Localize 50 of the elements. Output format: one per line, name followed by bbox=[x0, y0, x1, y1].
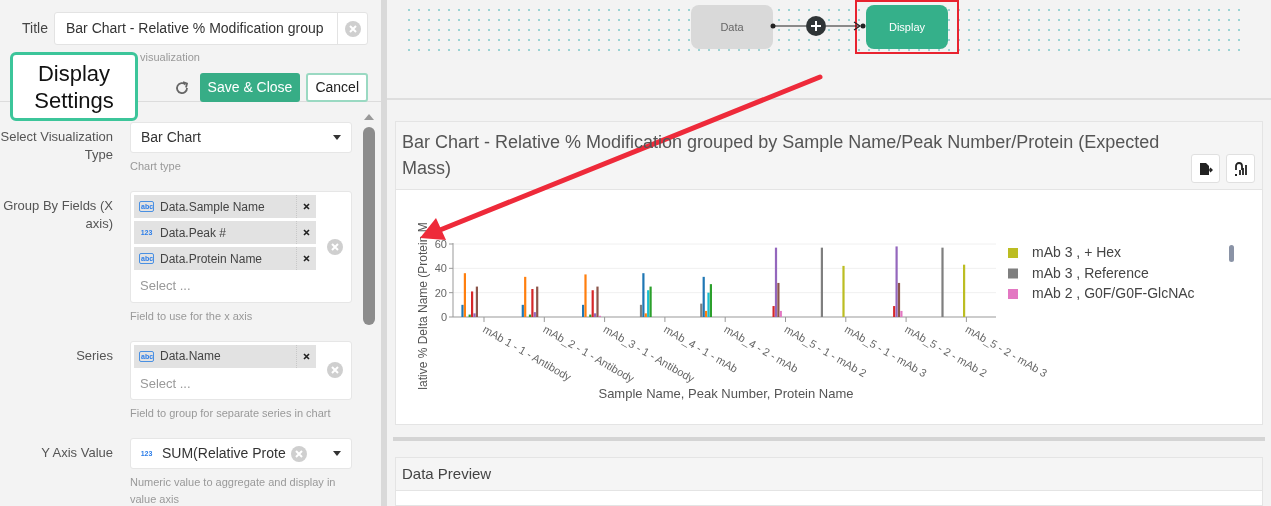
helper-text: Field to use for the x axis bbox=[130, 308, 254, 324]
visualization-type-select[interactable]: Bar Chart bbox=[130, 122, 352, 153]
legend-scrollbar[interactable] bbox=[1229, 245, 1234, 262]
data-node[interactable]: Data bbox=[691, 5, 773, 49]
bar bbox=[820, 247, 823, 317]
section-title: Data Preview bbox=[402, 463, 492, 484]
axis-title: Sample Name, Peak Number, Protein Name bbox=[598, 386, 854, 401]
helper-text: visualization bbox=[140, 50, 200, 65]
legend-label: mAb 3 , + Hex bbox=[1032, 244, 1122, 260]
cancel-button[interactable]: Cancel bbox=[306, 73, 368, 102]
remove-icon[interactable] bbox=[303, 255, 310, 262]
tick-label: 40 bbox=[434, 262, 447, 275]
chip-text: Data.Name bbox=[160, 348, 221, 365]
placeholder-text: Select ... bbox=[139, 277, 192, 295]
bar bbox=[941, 247, 944, 317]
refresh-icon[interactable] bbox=[173, 79, 190, 96]
chart-settings-icon bbox=[1232, 160, 1249, 177]
tick-label: 60 bbox=[434, 238, 447, 250]
bar bbox=[963, 264, 966, 317]
file-export-icon bbox=[1198, 161, 1213, 176]
bar bbox=[842, 265, 845, 317]
field-label: Group By Fields (X axis) bbox=[2, 197, 113, 233]
chip-text: Data.Protein Name bbox=[160, 250, 263, 268]
caret-icon[interactable] bbox=[333, 135, 341, 140]
tick-label: 0 bbox=[440, 311, 447, 323]
export-button[interactable] bbox=[1191, 154, 1220, 183]
remove-icon[interactable] bbox=[303, 352, 310, 360]
legend-label: mAb 3 , Reference bbox=[1032, 264, 1149, 281]
remove-icon[interactable] bbox=[303, 203, 310, 210]
remove-icon[interactable] bbox=[303, 229, 310, 236]
title-value: Bar Chart - Relative % Modification group bbox=[65, 19, 325, 38]
field-label: Select Visualization Type bbox=[0, 128, 113, 164]
caret-icon[interactable] bbox=[333, 451, 341, 456]
add-icon[interactable] bbox=[806, 16, 826, 36]
helper-text: Chart type bbox=[130, 159, 182, 174]
field-label: Y Axis Value bbox=[40, 444, 113, 462]
chip-text: Data.Peak # bbox=[160, 224, 227, 242]
chart-options-button[interactable] bbox=[1226, 154, 1255, 183]
helper-text: Field to group for separate series in chart bbox=[130, 406, 332, 421]
tick-label: 20 bbox=[434, 286, 447, 299]
placeholder-text: Select ... bbox=[139, 374, 192, 393]
select-value: SUM(Relative Prote bbox=[162, 444, 286, 463]
chip-text: Data.Sample Name bbox=[160, 198, 265, 216]
callout-label: Display Settings bbox=[10, 52, 138, 121]
title-field[interactable]: Bar Chart - Relative % Modification group bbox=[54, 12, 368, 45]
field-label: Series bbox=[75, 346, 113, 365]
helper-text: Numeric value to aggregate and display in value axis bbox=[130, 475, 337, 506]
legend-label: mAb 2 , G0F/G0F-GlcNAc bbox=[1032, 285, 1195, 301]
field-label: Title bbox=[21, 19, 49, 38]
select-value: Bar Chart bbox=[141, 128, 201, 147]
